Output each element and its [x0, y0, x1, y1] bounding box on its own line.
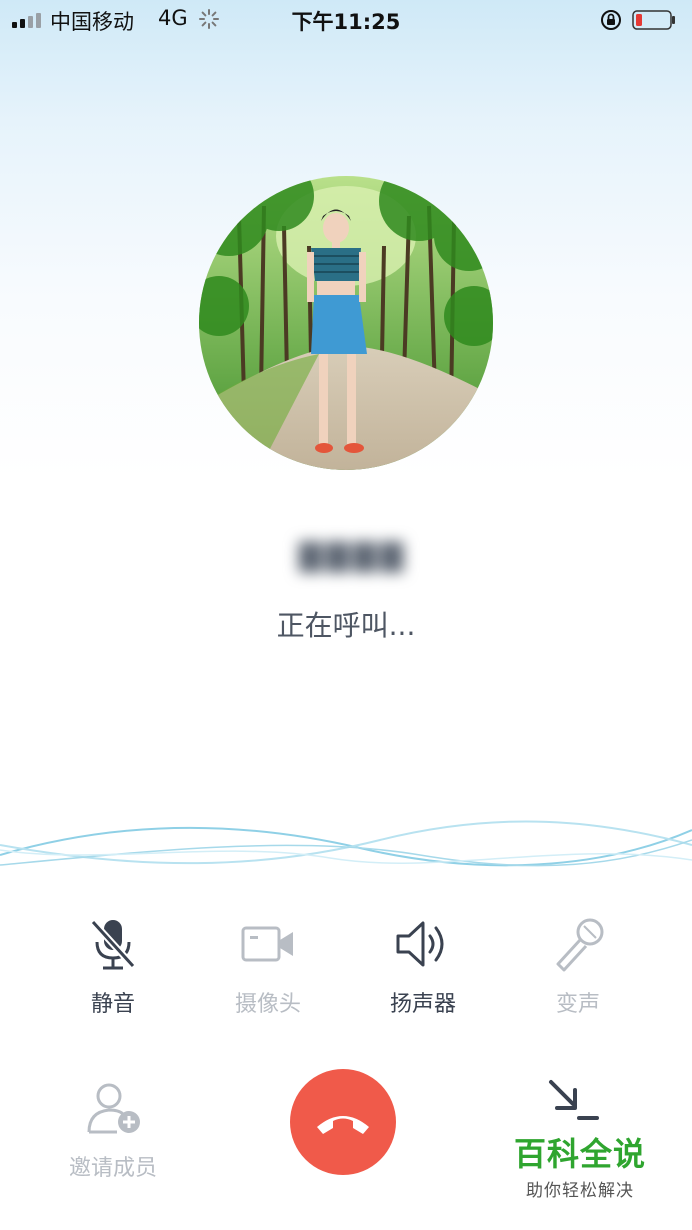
microphone-icon [556, 918, 604, 972]
callee-avatar [199, 176, 493, 470]
rotation-lock-icon [601, 10, 621, 30]
speaker-label: 扬声器 [389, 992, 456, 1017]
mute-label: 静音 [90, 992, 135, 1017]
minimize-icon[interactable] [543, 1076, 603, 1126]
camera-label: 摄像头 [234, 992, 301, 1017]
video-camera-icon [241, 926, 293, 962]
mute-button[interactable]: 静音 [53, 914, 173, 1018]
add-user-icon [87, 1083, 140, 1134]
callee-name: ▇▇▇▇ [298, 537, 408, 573]
clock: 下午11:25 [291, 10, 401, 34]
speaker-button[interactable]: 扬声器 [363, 914, 483, 1018]
watermark-subtitle: 助你轻松解决 [526, 1181, 634, 1201]
wave-decoration [0, 820, 692, 867]
watermark: 百科全说 助你轻松解决 [512, 1136, 648, 1201]
invite-members-button[interactable]: 邀请成员 [53, 1078, 173, 1182]
speaker-icon [396, 921, 444, 967]
battery-icon [632, 10, 675, 30]
camera-button[interactable]: 摄像头 [208, 914, 328, 1018]
watermark-title: 百科全说 [513, 1135, 646, 1173]
status-bar: 中国移动 4G 下午11:25 [0, 0, 692, 40]
voice-change-label: 变声 [555, 992, 600, 1017]
hangup-button[interactable] [290, 1069, 396, 1175]
mic-off-icon [90, 919, 136, 970]
hangup-icon [317, 1116, 369, 1134]
call-status: 正在呼叫... [276, 609, 416, 642]
voice-change-button[interactable]: 变声 [518, 914, 638, 1018]
invite-members-label: 邀请成员 [68, 1156, 157, 1181]
